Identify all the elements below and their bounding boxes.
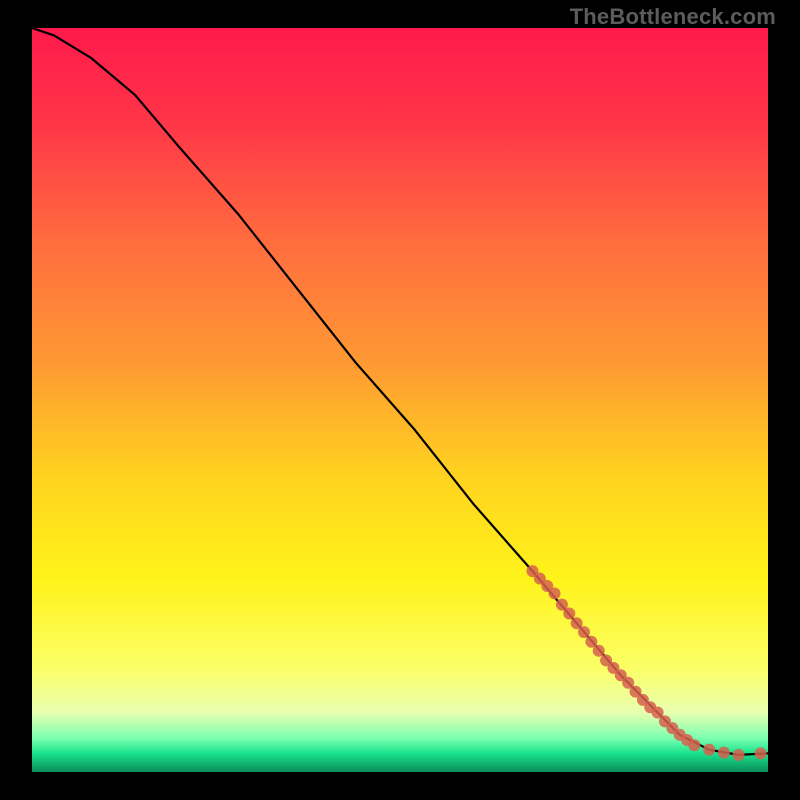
scatter-point	[578, 626, 590, 638]
chart-svg	[32, 28, 768, 772]
scatter-point	[688, 739, 700, 751]
scatter-point	[593, 645, 605, 657]
gradient-background	[32, 28, 768, 772]
scatter-point	[703, 744, 715, 756]
chart-plot-area	[32, 28, 768, 772]
scatter-point	[549, 587, 561, 599]
scatter-point	[733, 749, 745, 761]
scatter-point	[563, 608, 575, 620]
scatter-point	[718, 747, 730, 759]
chart-frame: TheBottleneck.com	[0, 0, 800, 800]
watermark-label: TheBottleneck.com	[570, 4, 776, 30]
scatter-point	[755, 747, 767, 759]
